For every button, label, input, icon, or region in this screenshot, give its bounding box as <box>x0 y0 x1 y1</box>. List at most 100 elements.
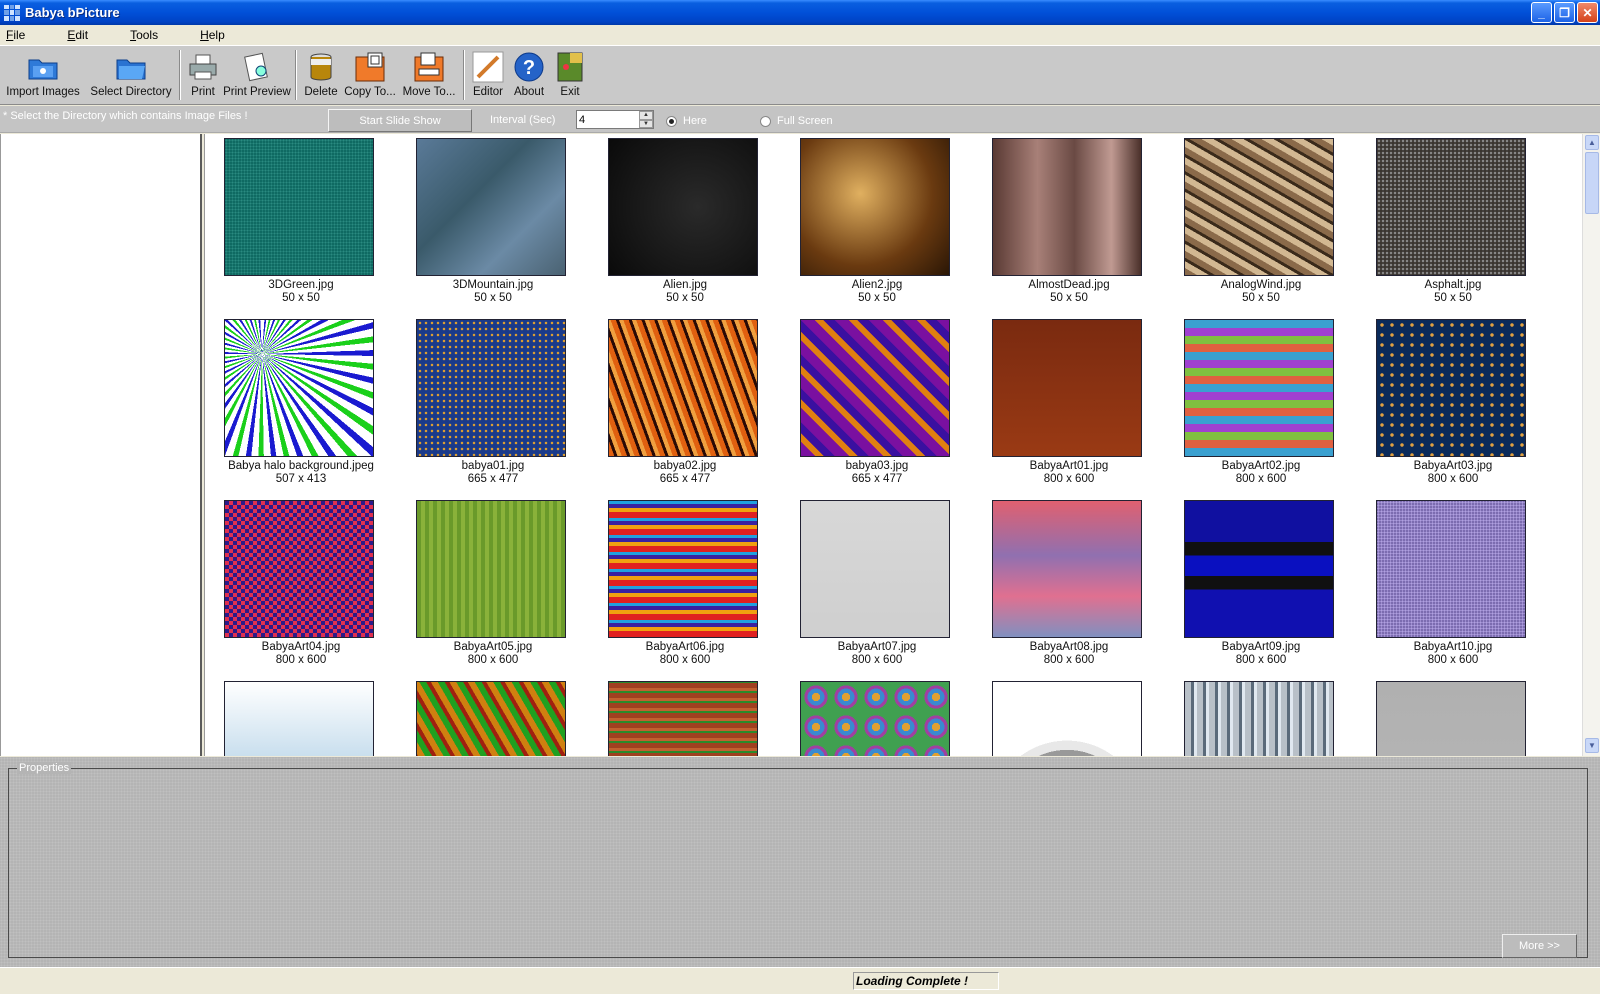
thumbnail-image[interactable] <box>608 681 758 756</box>
thumbnail-filename: babya01.jpg <box>461 460 525 472</box>
thumbnail-item[interactable]: BabyaArt06.jpg 800 x 600 <box>589 496 781 668</box>
thumbnail-item[interactable]: BabyaArt04.jpg 800 x 600 <box>205 496 397 668</box>
thumbnail-image[interactable] <box>992 681 1142 756</box>
thumbnail-image[interactable] <box>1184 681 1334 756</box>
thumbnail-item[interactable]: BabyaArt10.jpg 800 x 600 <box>1357 496 1549 668</box>
thumbnail-item[interactable]: BabyaArt01.jpg 800 x 600 <box>973 315 1165 487</box>
thumbnail-item[interactable]: 3DMountain.jpg 50 x 50 <box>397 134 589 306</box>
interval-input[interactable] <box>577 112 637 127</box>
thumbnail-image[interactable] <box>416 500 566 638</box>
thumbnail-item[interactable]: babya01.jpg 665 x 477 <box>397 315 589 487</box>
thumbnail-item[interactable] <box>589 677 781 756</box>
select-directory-button[interactable]: Select Directory <box>86 50 176 102</box>
menu-help[interactable]: Help <box>194 28 231 42</box>
scroll-down-icon[interactable]: ▼ <box>1585 738 1599 753</box>
minimize-button[interactable]: _ <box>1531 2 1552 23</box>
thumbnail-filename: BabyaArt01.jpg <box>1029 460 1109 472</box>
thumbnail-item[interactable]: BabyaArt07.jpg 800 x 600 <box>781 496 973 668</box>
thumbnail-filename: Alien.jpg <box>662 279 708 291</box>
thumbnail-item[interactable] <box>205 677 397 756</box>
menu-edit[interactable]: Edit <box>61 28 94 42</box>
thumbnail-image[interactable] <box>800 319 950 457</box>
thumbnail-image[interactable] <box>992 500 1142 638</box>
full-screen-radio[interactable]: Full Screen <box>760 115 833 127</box>
thumbnail-image[interactable] <box>1376 681 1526 756</box>
thumbnail-image[interactable] <box>1184 500 1334 638</box>
thumbnail-dimensions: 800 x 600 <box>467 654 519 666</box>
thumbnail-image[interactable] <box>800 500 950 638</box>
start-slide-show-button[interactable]: Start Slide Show <box>328 109 472 132</box>
thumbnail-image[interactable] <box>224 681 374 756</box>
thumbnail-image[interactable] <box>224 138 374 276</box>
thumbnail-item[interactable] <box>397 677 589 756</box>
thumbnail-item[interactable]: Babya halo background.jpeg 507 x 413 <box>205 315 397 487</box>
thumbnail-image[interactable] <box>1184 138 1334 276</box>
print-button[interactable]: Print <box>184 50 222 102</box>
restore-button[interactable]: ❐ <box>1554 2 1575 23</box>
thumbnail-image[interactable] <box>1376 138 1526 276</box>
thumbnail-image[interactable] <box>1376 319 1526 457</box>
import-images-button[interactable]: Import Images <box>0 50 86 102</box>
editor-button[interactable]: Editor <box>468 50 508 102</box>
toolbar-separator <box>295 50 297 100</box>
thumbnail-image[interactable] <box>416 319 566 457</box>
close-button[interactable]: ✕ <box>1577 2 1598 23</box>
thumbnail-item[interactable]: BabyaArt09.jpg 800 x 600 <box>1165 496 1357 668</box>
thumbnail-item[interactable] <box>973 677 1165 756</box>
scroll-thumb[interactable] <box>1585 152 1599 214</box>
print-preview-button[interactable]: Print Preview <box>222 50 292 102</box>
thumbnail-image[interactable] <box>224 319 374 457</box>
exit-button[interactable]: Exit <box>550 50 590 102</box>
select-directory-icon <box>115 50 147 84</box>
move-to-button[interactable]: Move To... <box>398 50 460 102</box>
thumbnail-dimensions: 665 x 477 <box>851 473 903 485</box>
thumbnail-item[interactable]: BabyaArt05.jpg 800 x 600 <box>397 496 589 668</box>
thumbnail-image[interactable] <box>800 681 950 756</box>
here-radio[interactable]: Here <box>666 115 707 127</box>
thumbnail-item[interactable] <box>1165 677 1357 756</box>
thumbnail-dimensions: 50 x 50 <box>858 292 896 304</box>
spin-down-icon[interactable]: ▼ <box>639 119 653 128</box>
thumbnail-item[interactable]: Alien.jpg 50 x 50 <box>589 134 781 306</box>
delete-button[interactable]: Delete <box>300 50 342 102</box>
thumbnail-item[interactable]: AnalogWind.jpg 50 x 50 <box>1165 134 1357 306</box>
copy-to-button[interactable]: Copy To... <box>342 50 398 102</box>
more-button[interactable]: More >> <box>1502 934 1577 958</box>
thumbnail-image[interactable] <box>416 138 566 276</box>
menu-file[interactable]: File <box>0 28 31 42</box>
thumbnail-image[interactable] <box>608 138 758 276</box>
menu-tools[interactable]: Tools <box>124 28 164 42</box>
thumbnail-image[interactable] <box>800 138 950 276</box>
thumbnail-image[interactable] <box>992 319 1142 457</box>
spin-up-icon[interactable]: ▲ <box>639 111 653 120</box>
thumbnail-item[interactable]: Asphalt.jpg 50 x 50 <box>1357 134 1549 306</box>
thumbnail-item[interactable]: babya02.jpg 665 x 477 <box>589 315 781 487</box>
title-bar: Babya bPicture _ ❐ ✕ <box>0 0 1600 25</box>
thumbnail-filename: BabyaArt03.jpg <box>1413 460 1493 472</box>
about-button[interactable]: ? About <box>508 50 550 102</box>
thumbnail-image[interactable] <box>608 319 758 457</box>
directory-tree[interactable] <box>0 134 202 756</box>
thumbnail-filename: BabyaArt10.jpg <box>1413 641 1493 653</box>
thumbnail-item[interactable] <box>1357 677 1549 756</box>
thumbnail-item[interactable]: BabyaArt02.jpg 800 x 600 <box>1165 315 1357 487</box>
thumbnail-item[interactable]: babya03.jpg 665 x 477 <box>781 315 973 487</box>
exit-icon <box>554 50 586 84</box>
thumbnail-image[interactable] <box>1376 500 1526 638</box>
thumbnail-image[interactable] <box>224 500 374 638</box>
toolbar-separator <box>463 50 465 100</box>
thumbnail-item[interactable]: BabyaArt03.jpg 800 x 600 <box>1357 315 1549 487</box>
thumbnail-item[interactable] <box>781 677 973 756</box>
scroll-up-icon[interactable]: ▲ <box>1585 135 1599 150</box>
thumbnail-image[interactable] <box>416 681 566 756</box>
toolbar: Import Images Select Directory Print Pri… <box>0 45 1600 105</box>
vertical-scrollbar[interactable]: ▲ ▼ <box>1582 134 1600 756</box>
thumbnail-dimensions: 800 x 600 <box>1427 473 1479 485</box>
thumbnail-item[interactable]: BabyaArt08.jpg 800 x 600 <box>973 496 1165 668</box>
thumbnail-image[interactable] <box>992 138 1142 276</box>
thumbnail-image[interactable] <box>608 500 758 638</box>
thumbnail-item[interactable]: AlmostDead.jpg 50 x 50 <box>973 134 1165 306</box>
thumbnail-image[interactable] <box>1184 319 1334 457</box>
thumbnail-item[interactable]: Alien2.jpg 50 x 50 <box>781 134 973 306</box>
thumbnail-item[interactable]: 3DGreen.jpg 50 x 50 <box>205 134 397 306</box>
